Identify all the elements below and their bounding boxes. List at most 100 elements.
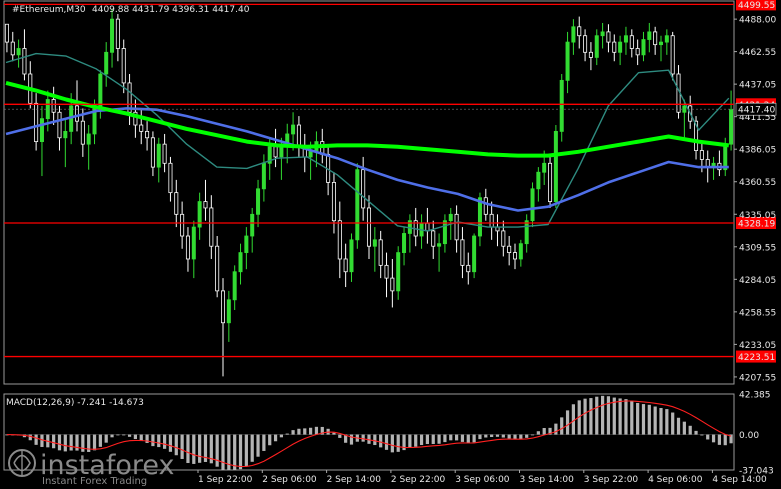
candle-body [74, 105, 80, 122]
candle-body [121, 48, 126, 84]
macd-bar [630, 400, 634, 435]
candle-body [22, 48, 27, 75]
candle-body [355, 169, 360, 241]
macd-bar [57, 434, 62, 451]
macd-bar [238, 434, 243, 470]
macd-bar [443, 434, 447, 443]
trading-chart[interactable]: 4499.554421.244328.194223.514488.004462.… [0, 0, 781, 489]
candle-body [530, 188, 535, 222]
macd-bar [536, 431, 540, 435]
candle-body [606, 31, 611, 43]
time-tick-label: 2 Sep 06:00 [262, 475, 317, 485]
candle-body [63, 131, 68, 139]
candle-body [150, 137, 155, 168]
candle-body [273, 146, 278, 158]
time-tick-label: 4 Sep 14:00 [712, 475, 767, 485]
macd-bar [542, 428, 546, 435]
candle-body [618, 41, 623, 53]
candle-body [600, 31, 605, 37]
candle-body [366, 207, 372, 247]
macd-bar [653, 406, 657, 435]
candle-body [168, 162, 173, 194]
candle-body [250, 213, 255, 237]
candle-body [191, 226, 196, 260]
candle-body [507, 245, 512, 253]
macd-bar [396, 434, 400, 452]
macd-bar [636, 402, 640, 435]
candle-body [577, 26, 582, 37]
macd-bar [659, 408, 663, 435]
macd-bar [69, 434, 73, 451]
candle-body [209, 207, 214, 247]
macd-bar [40, 434, 44, 447]
candle-body [361, 169, 366, 209]
macd-bar [414, 434, 418, 447]
macd-bar [565, 410, 570, 435]
candle-body [156, 143, 161, 168]
candle-body [384, 264, 389, 279]
macd-bar [682, 421, 686, 435]
candle-body [431, 230, 436, 247]
ohlc-label: 4409.88 4431.79 4396.31 4417.40 [92, 5, 250, 15]
macd-bar [192, 434, 196, 464]
macd-bar [431, 434, 435, 445]
candle-body [466, 264, 471, 273]
candle-body [390, 277, 395, 292]
macd-bar [262, 434, 266, 451]
level-price-label: 4223.51 [738, 353, 775, 363]
macd-bar [186, 434, 190, 464]
macd-bar [717, 434, 722, 445]
candle-body [536, 171, 541, 190]
macd-bar [595, 396, 599, 435]
price-tick-label: 4462.55 [739, 48, 776, 58]
macd-bar [133, 434, 138, 440]
candle-body [238, 252, 243, 273]
candle-body [518, 243, 523, 260]
time-tick-label: 2 Sep 14:00 [327, 475, 382, 485]
candle-body [180, 213, 185, 237]
macd-bar [472, 434, 476, 443]
current-price-label: 4417.40 [738, 106, 775, 116]
price-tick-label: 4437.05 [739, 81, 776, 91]
macd-bar [460, 434, 465, 442]
watermark-tagline: Instant Forex Trading [42, 476, 147, 487]
candle-body [565, 41, 570, 81]
macd-bar [390, 434, 394, 453]
candle-body [548, 162, 553, 202]
candle-body [612, 41, 617, 53]
macd-bar [571, 404, 576, 435]
macd-bar [314, 426, 319, 435]
macd-bar [554, 423, 558, 435]
candle-body [57, 111, 62, 139]
macd-bar [425, 434, 430, 445]
candle-body [51, 99, 56, 113]
candle-body [4, 23, 9, 43]
macd-bar [273, 434, 278, 442]
candle-body [16, 48, 21, 56]
macd-bar [151, 434, 155, 447]
macd-bar [162, 434, 167, 449]
macd-bar [291, 430, 295, 435]
macd-bar [244, 434, 248, 466]
time-tick-label: 4 Sep 06:00 [648, 475, 703, 485]
macd-bar [478, 434, 482, 440]
instaforex-logo-icon [8, 449, 36, 477]
macd-bar [297, 428, 301, 435]
price-tick-label: 4360.55 [739, 178, 776, 188]
macd-bar [174, 434, 178, 456]
candle-body [145, 131, 150, 139]
candle-body [425, 222, 430, 232]
macd-bar [52, 434, 56, 449]
price-axis: 4499.554421.244328.194223.514488.004462.… [734, 0, 776, 477]
candle-body [256, 188, 261, 215]
macd-bar [63, 434, 67, 452]
macd-bar [706, 434, 710, 440]
price-tick-label: 4335.05 [739, 211, 776, 221]
candle-body [331, 182, 336, 222]
time-tick-label: 3 Sep 22:00 [584, 475, 639, 485]
candle-body [635, 48, 640, 56]
candle-body [524, 220, 529, 245]
time-tick-label: 2 Sep 22:00 [391, 475, 446, 485]
macd-bar [700, 434, 704, 436]
price-panel[interactable] [3, 0, 735, 385]
